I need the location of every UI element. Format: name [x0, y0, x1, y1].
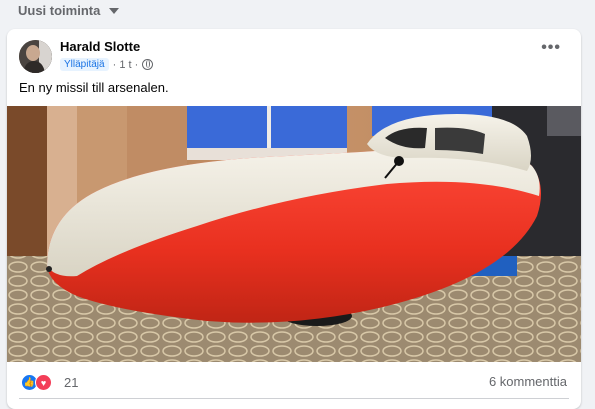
- comments-count[interactable]: 6 kommenttia: [489, 374, 567, 389]
- post-photo[interactable]: [7, 106, 581, 362]
- sort-dropdown-label[interactable]: Uusi toiminta: [18, 3, 100, 18]
- globe-icon: [142, 59, 154, 70]
- post-text: En ny missil till arsenalen.: [19, 80, 169, 95]
- chevron-down-icon[interactable]: [109, 8, 119, 14]
- post-meta: Ylläpitäjä · 1 t ·: [60, 57, 154, 72]
- author-name[interactable]: Harald Slotte: [60, 39, 140, 54]
- post-timestamp[interactable]: · 1 t ·: [113, 59, 139, 71]
- feed-sort-bar: Uusi toiminta: [0, 0, 595, 22]
- love-reaction-icon: ♥: [35, 374, 52, 391]
- more-options-icon[interactable]: •••: [541, 40, 561, 56]
- reactions-summary[interactable]: 👍 ♥ 21: [21, 374, 78, 391]
- post-card: Harald Slotte Ylläpitäjä · 1 t · ••• En …: [7, 29, 581, 409]
- avatar[interactable]: [19, 40, 52, 73]
- role-badge: Ylläpitäjä: [60, 58, 109, 71]
- divider: [19, 398, 569, 399]
- reactions-count[interactable]: 21: [64, 375, 78, 390]
